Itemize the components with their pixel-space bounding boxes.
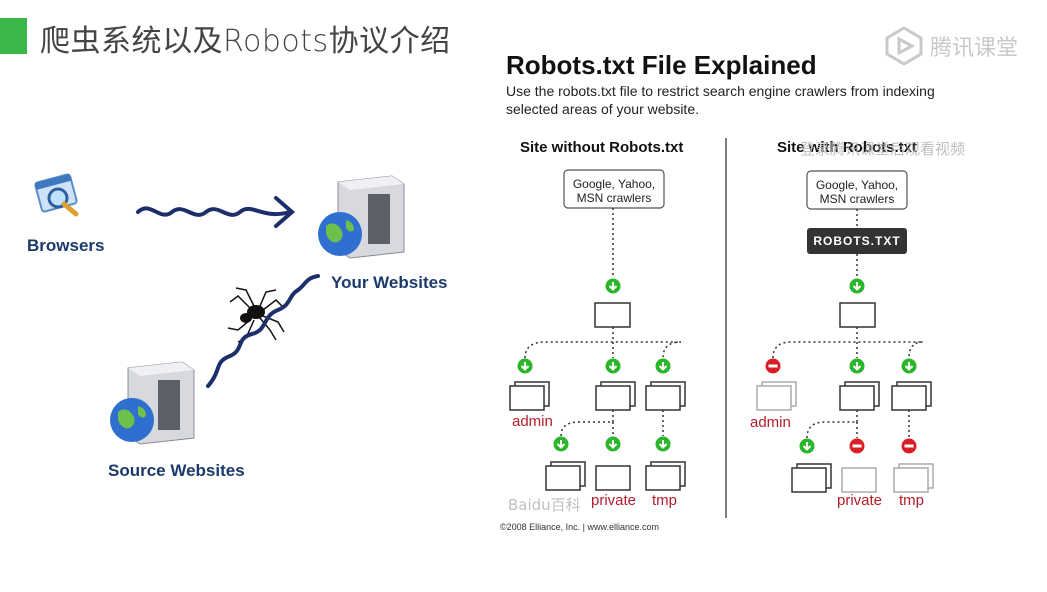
tmp-label-left: tmp [652,492,678,509]
allow-icon [848,357,866,375]
private-folder-right [841,467,877,493]
figure-subtitle: Use the robots.txt file to restrict sear… [506,83,935,117]
figure-copyright: ©2008 Elliance, Inc. | www.elliance.com [500,522,660,532]
allow-icon [848,277,866,295]
deny-icon [849,438,865,454]
crawler-label-right: Google, Yahoo, MSN crawlers [815,178,899,206]
private-label-right: private [837,492,883,509]
private-label-left: private [591,492,637,509]
brand-logo: 腾讯课堂 [884,26,1018,66]
your-websites-server-icon [318,175,405,259]
browsers-label: Browsers [27,236,105,255]
tmp-folder-left [645,465,681,491]
figure-title: Robots.txt File Explained [506,50,817,80]
crawler-diagram [34,173,405,445]
allow-icon [604,277,622,295]
allow-icon [516,357,534,375]
robots-txt-label: ROBOTS.TXT [813,234,901,248]
deny-icon [765,358,781,374]
browser-to-site-arrow [136,206,292,217]
tmp-label-right: tmp [899,492,925,509]
allow-icon [900,357,918,375]
browser-icon [34,173,79,217]
source-to-site-path [206,274,320,388]
baidu-watermark: Baidu百科 [508,496,581,514]
allow-icon [654,435,672,453]
folder-node [839,302,876,328]
admin-label-right: admin [750,414,791,431]
allow-icon [798,437,816,455]
admin-folder-right [756,385,792,411]
allow-icon [552,435,570,453]
source-websites-label: Source Websites [108,461,245,480]
slide-title: 爬虫系统以及Robots协议介绍 [40,24,451,59]
admin-folder-left [509,385,545,411]
private-folder-left [595,465,631,491]
deny-icon [901,438,917,454]
tmp-folder-right [893,467,929,493]
allow-icon [604,357,622,375]
title-accent-bar [0,18,27,54]
source-websites-server-icon [110,361,195,445]
allow-icon [604,435,622,453]
your-websites-label: Your Websites [331,273,448,292]
brand-name: 腾讯课堂 [930,36,1019,61]
tencent-classroom-icon [885,26,923,66]
crawler-label-left: Google, Yahoo, MSN crawlers [572,177,656,205]
folder-node [594,302,631,328]
admin-label-left: admin [512,413,553,430]
allow-icon [654,357,672,375]
